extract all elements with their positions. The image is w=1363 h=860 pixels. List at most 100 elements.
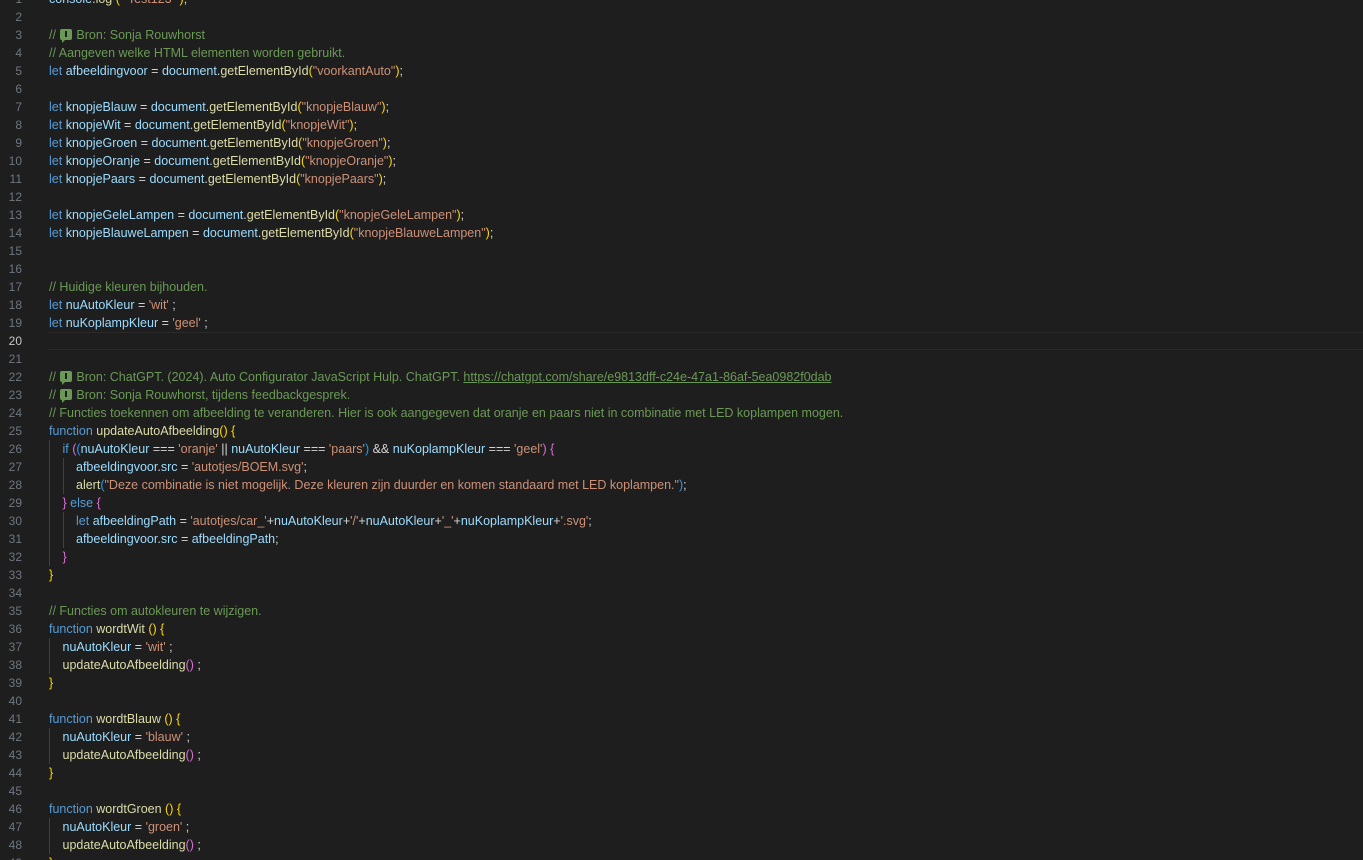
code-line[interactable]: 1 console.log ( "Test123" );	[0, 0, 1363, 8]
code-line[interactable]: 21	[0, 350, 1363, 368]
code-line[interactable]: 43 updateAutoAfbeelding() ;	[0, 746, 1363, 764]
code-line[interactable]: 13 let knopjeGeleLampen = document.getEle…	[0, 206, 1363, 224]
line-number: 46	[8, 802, 22, 816]
code-editor[interactable]: 1console.log ( "Test123" );23// Bron: So…	[0, 0, 1363, 860]
code-line[interactable]: 37 nuAutoKleur = 'wit' ;	[0, 638, 1363, 656]
code-line[interactable]: 33}	[0, 566, 1363, 584]
code-token: "Deze combinatie is niet mogelijk. Deze …	[104, 478, 679, 492]
comment-badge-icon	[60, 29, 73, 43]
line-number: 10	[8, 154, 22, 168]
code-token: ;	[382, 172, 387, 186]
code-token: 'wit'	[148, 298, 169, 312]
code-line[interactable]: 34	[0, 584, 1363, 602]
code-line[interactable]: 22 // Bron: ChatGPT. (2024). Auto Configu…	[0, 368, 1363, 386]
code-line[interactable]: 44}	[0, 764, 1363, 782]
source-link[interactable]: https://chatgpt.com/share/e9813dff-c24e-…	[463, 370, 831, 384]
code-line[interactable]: 41 function wordtBlauw () {	[0, 710, 1363, 728]
code-text: afbeeldingvoor.src = afbeeldingPath;	[49, 530, 279, 548]
code-line[interactable]: 19 let nuKoplampKleur = 'geel' ;	[0, 314, 1363, 332]
code-line[interactable]: 25 function updateAutoAfbeelding() {	[0, 422, 1363, 440]
code-token: nuAutoKleur	[80, 442, 150, 456]
code-line[interactable]: 29} else {	[0, 494, 1363, 512]
code-token: let	[49, 226, 66, 240]
code-token: nuKoplampKleur	[65, 316, 159, 330]
code-line[interactable]: 3 // Bron: Sonja Rouwhorst	[0, 26, 1363, 44]
code-line[interactable]: 5 let afbeeldingvoor = document.getElemen…	[0, 62, 1363, 80]
line-number: 12	[8, 190, 22, 204]
code-line[interactable]: 20	[0, 332, 1363, 350]
code-line[interactable]: 6	[0, 80, 1363, 98]
code-text: let afbeeldingvoor = document.getElement…	[49, 62, 403, 80]
code-token: ;	[183, 730, 190, 744]
code-line[interactable]: 27 afbeeldingvoor.src = 'autotjes/BOEM.sv…	[0, 458, 1363, 476]
code-line[interactable]: 47 nuAutoKleur = 'groen' ;	[0, 818, 1363, 836]
code-line[interactable]: 15	[0, 242, 1363, 260]
code-line[interactable]: 36 function wordtWit () {	[0, 620, 1363, 638]
code-line[interactable]: 42 nuAutoKleur = 'blauw' ;	[0, 728, 1363, 746]
code-line[interactable]: 32}	[0, 548, 1363, 566]
code-line[interactable]: 12	[0, 188, 1363, 206]
code-line[interactable]: 10 let knopjeOranje = document.getElement…	[0, 152, 1363, 170]
code-line[interactable]: 38 updateAutoAfbeelding() ;	[0, 656, 1363, 674]
code-line[interactable]: 2	[0, 8, 1363, 26]
code-line[interactable]: 14 let knopjeBlauweLampen = document.getE…	[0, 224, 1363, 242]
code-line[interactable]: 11 let knopjePaars = document.getElementB…	[0, 170, 1363, 188]
line-number: 20	[8, 334, 22, 348]
code-line[interactable]: 35 // Functies om autokleuren te wijzigen…	[0, 602, 1363, 620]
code-line[interactable]: 30 let afbeeldingPath = 'autotjes/car_'+n…	[0, 512, 1363, 530]
code-token: ;	[165, 640, 173, 654]
code-token: nuAutoKleur	[231, 442, 301, 456]
code-token: {	[172, 712, 181, 726]
code-line[interactable]: 9 let knopjeGroen = document.getElementBy…	[0, 134, 1363, 152]
code-line[interactable]: 31 afbeeldingvoor.src = afbeeldingPath;	[0, 530, 1363, 548]
code-line[interactable]: 24 // Functies toekennen om afbeelding te…	[0, 404, 1363, 422]
code-token: document	[149, 172, 205, 186]
code-line[interactable]: 48 updateAutoAfbeelding() ;	[0, 836, 1363, 854]
code-token: updateAutoAfbeelding	[96, 424, 220, 438]
code-token: +	[434, 514, 442, 528]
line-number: 25	[8, 424, 22, 438]
code-token: afbeeldingPath	[191, 532, 276, 546]
code-text: let afbeeldingPath = 'autotjes/car_'+nuA…	[49, 512, 592, 530]
code-token: //	[49, 28, 60, 42]
comment-badge-icon	[60, 389, 73, 403]
code-line[interactable]: 45	[0, 782, 1363, 800]
code-line[interactable]: 18 let nuAutoKleur = 'wit' ;	[0, 296, 1363, 314]
code-line[interactable]: 28 alert("Deze combinatie is niet mogelij…	[0, 476, 1363, 494]
code-token: "knopjeGeleLampen"	[339, 208, 457, 222]
indent-guide	[62, 530, 77, 548]
code-token: ||	[217, 442, 232, 456]
code-line[interactable]: 17 // Huidige kleuren bijhouden.	[0, 278, 1363, 296]
code-token: ;	[193, 658, 201, 672]
code-text: // Functies toekennen om afbeelding te v…	[49, 404, 843, 422]
code-text: let knopjeOranje = document.getElementBy…	[49, 152, 396, 170]
code-line[interactable]: 16	[0, 260, 1363, 278]
code-token: knopjeGeleLampen	[65, 208, 175, 222]
code-text: nuAutoKleur = 'groen' ;	[49, 818, 189, 836]
code-token: }	[49, 766, 54, 780]
code-token: ()	[161, 802, 174, 816]
code-token: =	[140, 154, 155, 168]
code-line[interactable]: 40	[0, 692, 1363, 710]
code-line[interactable]: 39}	[0, 674, 1363, 692]
code-line[interactable]: 7 let knopjeBlauw = document.getElementBy…	[0, 98, 1363, 116]
code-token: ;	[184, 0, 187, 6]
code-token: Bron: ChatGPT. (2024). Auto Configurator…	[76, 370, 464, 384]
code-token: =	[177, 532, 192, 546]
code-line[interactable]: 8 let knopjeWit = document.getElementById…	[0, 116, 1363, 134]
code-token: +	[553, 514, 561, 528]
code-line[interactable]: 23 // Bron: Sonja Rouwhorst, tijdens feed…	[0, 386, 1363, 404]
code-token: console	[49, 0, 92, 6]
line-number: 7	[15, 100, 22, 114]
code-token: let	[49, 298, 66, 312]
code-token: // Aangeven welke HTML elementen worden …	[49, 46, 346, 60]
indent-guide	[49, 440, 63, 458]
code-token: ;	[385, 100, 390, 114]
code-line[interactable]: 49}	[0, 854, 1363, 860]
line-number: 17	[8, 280, 22, 294]
code-text: let knopjePaars = document.getElementByI…	[49, 170, 386, 188]
code-line[interactable]: 26 if ((nuAutoKleur === 'oranje' || nuAut…	[0, 440, 1363, 458]
code-token: knopjeGroen	[65, 136, 138, 150]
code-line[interactable]: 46 function wordtGroen () {	[0, 800, 1363, 818]
code-line[interactable]: 4 // Aangeven welke HTML elementen worden…	[0, 44, 1363, 62]
